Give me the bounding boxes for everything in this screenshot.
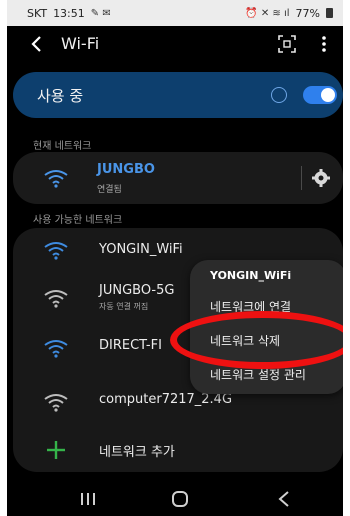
wifi-status-label: 사용 중 xyxy=(37,87,84,105)
network-name: computer7217_2.4G xyxy=(99,392,233,407)
back-nav-icon[interactable] xyxy=(277,490,291,508)
status-bar: SKT 13:51 ✎ ✉ ⏰ ✕ ≋ ıl 77% xyxy=(7,0,343,26)
phone-screen: SKT 13:51 ✎ ✉ ⏰ ✕ ≋ ıl 77% Wi-Fi 사용 중 현재… xyxy=(7,0,343,516)
current-network-name: JUNGBO xyxy=(97,162,155,177)
wifi-icon xyxy=(44,290,68,308)
add-network-label: 네트워크 추가 xyxy=(99,445,175,460)
network-subtext: 자동 연결 꺼짐 xyxy=(99,302,149,311)
network-context-menu: YONGIN_WiFi 네트워크에 연결 네트워크 삭제 네트워크 설정 관리 xyxy=(190,260,343,394)
network-name: YONGIN_WiFi xyxy=(99,242,183,257)
battery-percent: 77% xyxy=(295,6,320,20)
current-network-section-label: 현재 네트워크 xyxy=(33,141,92,152)
battery-icon xyxy=(326,8,333,18)
wifi-master-toggle-bar[interactable]: 사용 중 xyxy=(13,72,343,118)
available-networks-section-label: 사용 가능한 네트워크 xyxy=(33,215,123,226)
toggle-indicator-icon xyxy=(271,87,287,103)
qr-scan-icon[interactable] xyxy=(277,34,297,54)
menu-item-manage[interactable]: 네트워크 설정 관리 xyxy=(210,366,306,383)
wifi-icon xyxy=(44,394,68,412)
gear-icon[interactable] xyxy=(311,168,331,188)
page-title: Wi-Fi xyxy=(61,34,100,53)
carrier-label: SKT xyxy=(27,6,48,20)
wifi-icon xyxy=(44,170,68,188)
wifi-toggle-switch[interactable] xyxy=(303,86,337,104)
navigation-bar xyxy=(7,480,343,516)
divider xyxy=(301,166,302,190)
add-network-button[interactable]: 네트워크 추가 xyxy=(13,428,343,470)
home-icon[interactable] xyxy=(172,491,188,507)
menu-item-forget[interactable]: 네트워크 삭제 xyxy=(210,332,280,349)
toggle-knob xyxy=(321,88,335,102)
notification-icon: ✎ ✉ xyxy=(90,7,111,19)
signal-icon: ⏰ ✕ ≋ ıl xyxy=(245,7,290,19)
wifi-icon xyxy=(44,340,68,358)
menu-item-connect[interactable]: 네트워크에 연결 xyxy=(210,298,291,315)
more-vertical-icon[interactable] xyxy=(319,34,329,54)
wifi-icon xyxy=(44,242,68,260)
clock: 13:51 xyxy=(53,6,85,20)
app-bar: Wi-Fi xyxy=(7,26,343,62)
recent-apps-icon[interactable] xyxy=(79,492,97,506)
context-menu-title: YONGIN_WiFi xyxy=(210,269,292,282)
network-name: JUNGBO-5G xyxy=(99,283,175,298)
current-network-status: 연결됨 xyxy=(97,185,122,195)
current-network-card[interactable]: JUNGBO 연결됨 xyxy=(13,152,343,204)
plus-icon xyxy=(47,441,65,459)
arrow-left-icon[interactable] xyxy=(27,34,47,54)
network-name: DIRECT-FI xyxy=(99,338,162,353)
